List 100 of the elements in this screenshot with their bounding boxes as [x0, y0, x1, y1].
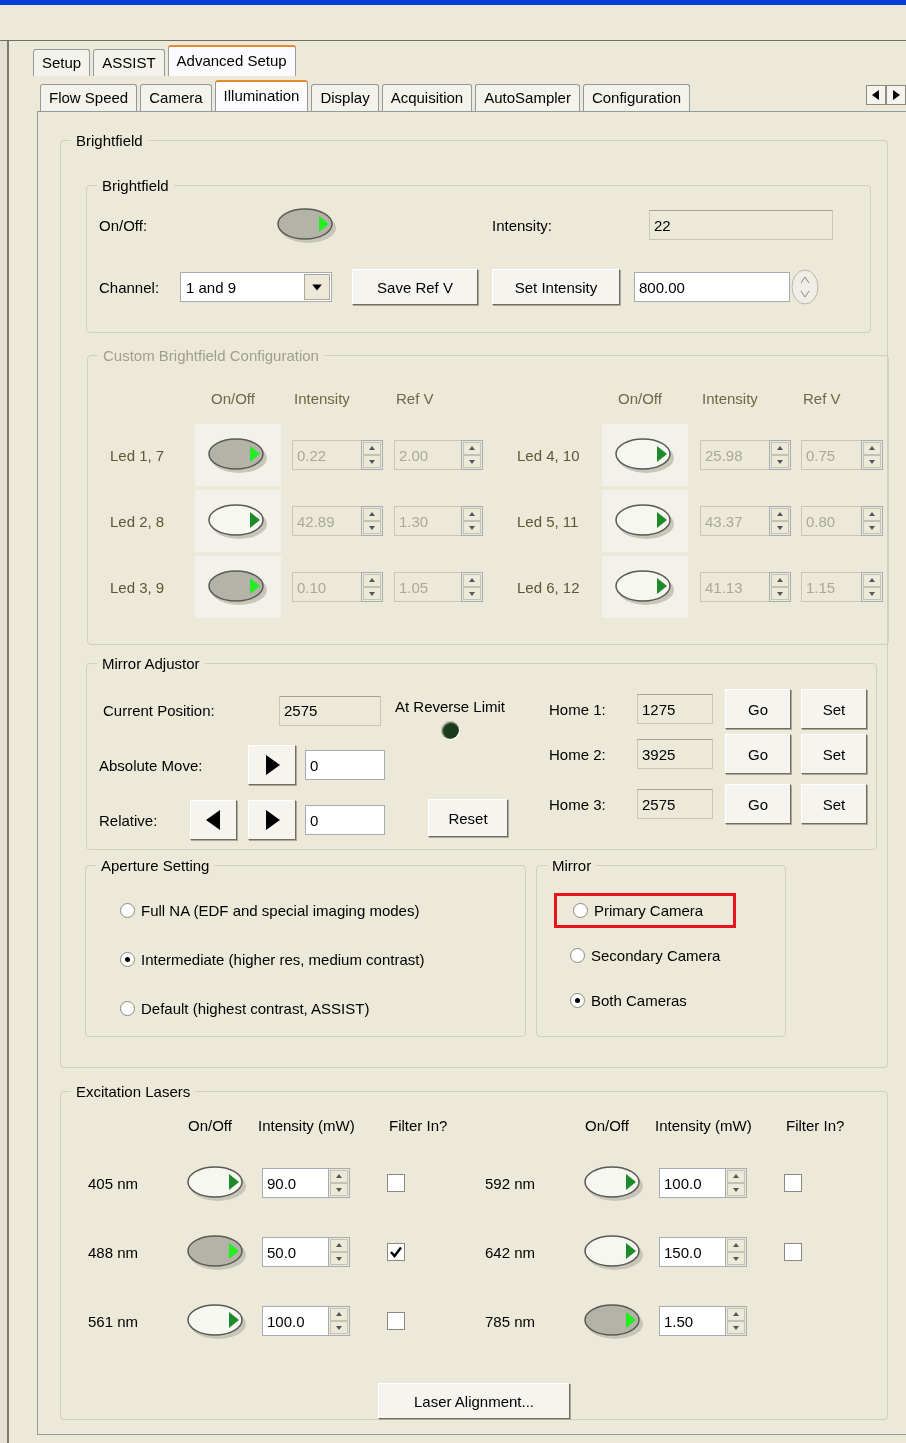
triangle-left-icon: [871, 90, 881, 100]
go-button[interactable]: Go: [725, 689, 791, 729]
toggle-switch[interactable]: [583, 1301, 645, 1341]
radio-button[interactable]: [120, 902, 135, 918]
spin-arrows-icon[interactable]: [361, 506, 383, 536]
spin-arrows-icon[interactable]: [725, 1237, 747, 1267]
option-label: Default (highest contrast, ASSIST): [141, 999, 370, 1017]
triangle-right-icon: [891, 90, 901, 100]
toggle-switch[interactable]: [583, 1163, 645, 1203]
set-intensity-button[interactable]: Set Intensity: [492, 269, 620, 305]
tab[interactable]: ASSIST: [93, 49, 165, 76]
spin-arrows-icon[interactable]: [461, 506, 483, 536]
laser-label: 785 nm: [485, 1312, 537, 1330]
led-label: Led 2, 8: [110, 512, 166, 530]
checkbox[interactable]: [784, 1243, 802, 1261]
tab[interactable]: Setup: [33, 49, 91, 76]
spin-field[interactable]: 150.0: [659, 1237, 725, 1267]
spin-arrows-icon[interactable]: [461, 440, 483, 470]
option-label: Primary Camera: [594, 902, 704, 919]
tab[interactable]: Advanced Setup: [167, 45, 296, 76]
scroll-right-button[interactable]: [886, 85, 906, 105]
move-left-button[interactable]: [190, 800, 237, 840]
spin-arrows-icon[interactable]: [861, 572, 883, 602]
spin-field[interactable]: 50.0: [262, 1237, 328, 1267]
radio-button[interactable]: [570, 948, 585, 963]
go-button[interactable]: Go: [725, 784, 791, 824]
position-field[interactable]: 2575: [279, 695, 381, 726]
led-label: Led 4, 10: [517, 446, 581, 464]
laser-label: 592 nm: [485, 1174, 537, 1192]
laser-label: 642 nm: [485, 1243, 537, 1261]
column-header: On/Off: [210, 390, 256, 407]
laser-alignment-button[interactable]: Laser Alignment...: [378, 1383, 570, 1419]
toggle-switch[interactable]: [583, 1232, 645, 1272]
channel-dropdown[interactable]: 1 and 9: [180, 272, 332, 302]
spin-arrows-icon[interactable]: [461, 572, 483, 602]
column-header: Intensity (mW): [258, 1117, 356, 1134]
tab[interactable]: Display: [311, 84, 379, 111]
radio-button[interactable]: [570, 993, 585, 1008]
checkbox[interactable]: [387, 1243, 405, 1261]
group-title: Aperture Setting: [100, 857, 211, 874]
spin-arrows-icon[interactable]: [769, 572, 791, 602]
scroll-left-button[interactable]: [866, 85, 886, 105]
laser-label: 488 nm: [88, 1243, 140, 1261]
spin-field[interactable]: 100.0: [262, 1306, 328, 1336]
led-label: Led 5, 11: [517, 512, 580, 530]
toggle-switch[interactable]: [186, 1232, 248, 1272]
tab[interactable]: Configuration: [582, 84, 691, 111]
field-label: Home 2:: [549, 745, 607, 763]
checkbox[interactable]: [784, 1174, 802, 1192]
set-button[interactable]: Set: [801, 784, 867, 824]
spin-arrows-icon[interactable]: [861, 506, 883, 536]
tab[interactable]: Acquisition: [381, 84, 473, 111]
spin-arrows-icon[interactable]: [328, 1237, 350, 1267]
spin-arrows-icon[interactable]: [769, 506, 791, 536]
reset-button[interactable]: Reset: [428, 799, 508, 837]
tab[interactable]: Flow Speed: [40, 84, 138, 111]
tab[interactable]: AutoSampler: [475, 84, 580, 111]
spin-arrows-icon[interactable]: [725, 1306, 747, 1336]
spin-arrows-icon[interactable]: [361, 572, 383, 602]
toggle-switch[interactable]: [186, 1301, 248, 1341]
group-title: Excitation Lasers: [75, 1083, 192, 1100]
tab[interactable]: Illumination: [214, 80, 309, 111]
option-label: Secondary Camera: [591, 947, 721, 964]
checkbox[interactable]: [387, 1312, 405, 1330]
spin-arrows-icon[interactable]: [328, 1306, 350, 1336]
spin-arrows-icon[interactable]: [361, 440, 383, 470]
radio-button[interactable]: [120, 951, 135, 967]
home-field[interactable]: 1275: [637, 694, 713, 724]
spin-arrows-icon[interactable]: [861, 440, 883, 470]
move-right-button[interactable]: [248, 800, 296, 840]
spin-field[interactable]: 1.50: [659, 1306, 725, 1336]
led-label: Led 3, 9: [110, 578, 166, 596]
spin-arrows-icon[interactable]: [769, 440, 791, 470]
spin-field[interactable]: 100.0: [659, 1168, 725, 1198]
home-field[interactable]: 3925: [637, 739, 713, 769]
go-button[interactable]: Go: [725, 734, 791, 774]
column-header: Intensity: [701, 390, 759, 407]
intensity-field[interactable]: 22: [649, 210, 833, 240]
radio-button[interactable]: [120, 1000, 135, 1016]
led-label: Led 1, 7: [110, 446, 166, 464]
group-title: Brightfield: [101, 177, 170, 194]
spin-field[interactable]: 90.0: [262, 1168, 328, 1198]
toggle-switch[interactable]: [186, 1163, 248, 1203]
set-button[interactable]: Set: [801, 734, 867, 774]
spin-arrows-icon[interactable]: [725, 1168, 747, 1198]
absolute-field[interactable]: 0: [305, 750, 385, 780]
led-label: Led 6, 12: [517, 578, 581, 596]
value-field[interactable]: 800.00: [634, 272, 790, 302]
tab[interactable]: Camera: [140, 84, 212, 111]
save-ref-button[interactable]: Save Ref V: [352, 269, 478, 305]
toggle-switch[interactable]: [276, 205, 338, 245]
checkbox[interactable]: [387, 1174, 405, 1192]
laser-label: 405 nm: [88, 1174, 140, 1192]
radio-button[interactable]: [573, 903, 588, 918]
set-button[interactable]: Set: [801, 689, 867, 729]
relative-field[interactable]: 0: [305, 805, 385, 835]
home-field[interactable]: 2575: [637, 789, 713, 819]
spin-arrows-icon[interactable]: [328, 1168, 350, 1198]
move-right-button[interactable]: [248, 745, 296, 785]
group-title: Custom Brightfield Configuration: [102, 347, 320, 364]
